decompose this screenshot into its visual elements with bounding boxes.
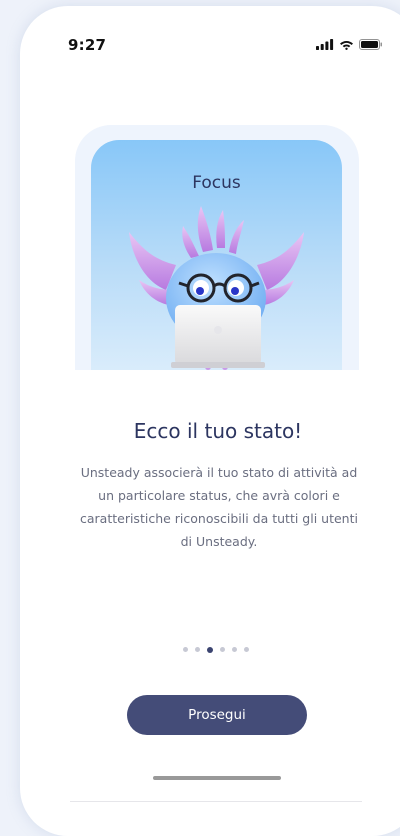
status-bar: 9:27 — [20, 6, 400, 76]
page-dot-4[interactable] — [220, 647, 225, 652]
page-dot-2[interactable] — [195, 647, 200, 652]
page-indicator — [183, 646, 249, 653]
status-illustration-card: Focus — [91, 140, 342, 370]
status-icons — [316, 39, 383, 50]
home-indicator[interactable] — [153, 776, 281, 780]
page-dot-5[interactable] — [232, 647, 237, 652]
wifi-icon — [340, 41, 353, 50]
onboarding-description: Unsteady associerà il tuo stato di attiv… — [80, 465, 358, 549]
page-dot-6[interactable] — [244, 647, 249, 652]
page-dot-1[interactable] — [183, 647, 188, 652]
continue-button[interactable]: Prosegui — [127, 695, 307, 735]
page-dot-3-active[interactable] — [207, 646, 213, 653]
signal-icon — [316, 39, 334, 50]
divider — [70, 801, 362, 802]
mascot-illustration — [129, 206, 304, 370]
status-time: 9:27 — [68, 36, 107, 54]
battery-icon — [359, 39, 382, 50]
onboarding-headline: Ecco il tuo stato! — [133, 419, 303, 443]
phone-screen: 9:27 Focus Ecco il tuo stato! Unsteady a… — [20, 6, 400, 836]
